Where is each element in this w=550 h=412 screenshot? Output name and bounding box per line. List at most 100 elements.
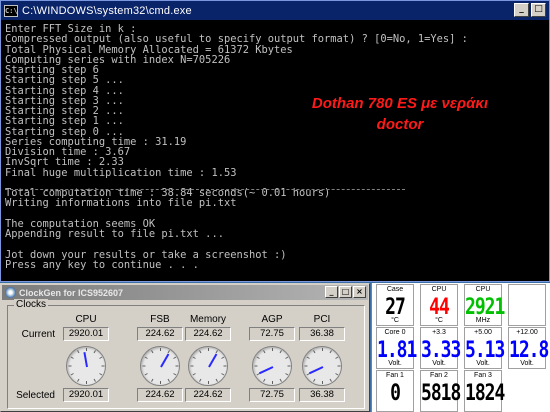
- sensor-unit: °C: [391, 317, 399, 324]
- dial-tick: [68, 365, 72, 367]
- console-output[interactable]: Enter FFT Size in k : Compressed output (…: [5, 24, 545, 280]
- sensor-panel: Case 27 °C CPU 44 °C CPU 2921 MHz Core 0 1.81 Volt.…: [371, 283, 550, 412]
- dial-tick: [279, 350, 282, 354]
- row-label-current: Current: [21, 329, 55, 340]
- clockgen-title-bar[interactable]: ClockGen for ICS952607 _ □ ×: [2, 285, 368, 300]
- cmd-window[interactable]: C:\ C:\WINDOWS\system32\cmd.exe _ □ Ente…: [0, 0, 550, 282]
- dial-tick: [173, 356, 177, 359]
- sensor-unit: MHz: [475, 317, 491, 324]
- current-pci-value[interactable]: 36.38: [299, 327, 345, 341]
- dial-tick: [263, 378, 266, 382]
- sensor-unit: Volt.: [476, 360, 490, 367]
- selected-memory-value[interactable]: 224.62: [185, 388, 231, 402]
- selected-fsb-value[interactable]: 224.62: [137, 388, 183, 402]
- console-line: Press any key to continue . . .: [5, 258, 199, 271]
- dial-tick: [221, 356, 225, 359]
- dial-tick: [313, 378, 316, 382]
- dial-tick: [272, 381, 273, 384]
- sensor-label: Case: [386, 286, 404, 293]
- dial-tick: [329, 350, 332, 354]
- agp-dial-needle: [258, 366, 274, 375]
- clockgen-close-button[interactable]: ×: [353, 286, 366, 298]
- sensor-label: CPU: [475, 286, 491, 293]
- clockgen-window[interactable]: ClockGen for ICS952607 _ □ × Clocks Curr…: [0, 283, 370, 412]
- column-header-pci: PCI: [313, 314, 331, 325]
- dial-tick: [86, 348, 87, 351]
- dial-tick: [70, 356, 74, 359]
- sensor-unit: °C: [435, 317, 443, 324]
- sensor-cell: Core 0 1.81 Volt.: [376, 327, 417, 369]
- cpu-dial[interactable]: [66, 346, 106, 386]
- current-memory-value[interactable]: 224.62: [185, 327, 231, 341]
- sensor-label: +3.3: [432, 329, 446, 336]
- dial-tick: [142, 365, 146, 367]
- dial-tick: [285, 356, 289, 359]
- dial-tick: [160, 348, 161, 351]
- fsb-dial[interactable]: [140, 346, 180, 386]
- sensor-value: 5818: [421, 380, 461, 407]
- dial-tick: [70, 373, 74, 376]
- dial-tick: [256, 356, 260, 359]
- dial-tick: [101, 365, 105, 367]
- dial-tick: [335, 356, 339, 359]
- selected-cpu-value[interactable]: 2920.01: [63, 388, 109, 402]
- clockgen-minimize-button[interactable]: _: [325, 286, 338, 298]
- sensor-label: Fan 2: [430, 372, 448, 379]
- console-line: Writing informations into file pi.txt: [5, 197, 237, 210]
- sensor-unit: Volt.: [388, 360, 402, 367]
- dial-tick: [329, 378, 332, 382]
- overlay-caption: Dothan 780 ES με νεράκι doctor: [295, 93, 505, 135]
- fsb-dial-needle: [160, 353, 170, 368]
- dial-tick: [93, 378, 96, 382]
- dial-tick: [99, 373, 103, 376]
- sensor-label: +12.00: [516, 329, 538, 336]
- dial-tick: [254, 365, 258, 367]
- sensor-unit: Volt.: [432, 360, 446, 367]
- clocks-group-label: Clocks: [14, 299, 49, 310]
- cmd-window-title: C:\WINDOWS\system32\cmd.exe: [22, 4, 192, 17]
- dial-tick: [322, 348, 323, 351]
- selected-agp-value[interactable]: 72.75: [249, 388, 295, 402]
- dial-tick: [208, 381, 209, 384]
- agp-dial[interactable]: [252, 346, 292, 386]
- memory-dial[interactable]: [188, 346, 228, 386]
- dial-tick: [144, 356, 148, 359]
- console-line: Starting step 5 ...: [5, 74, 124, 87]
- clockgen-maximize-button[interactable]: □: [339, 286, 352, 298]
- pci-dial[interactable]: [302, 346, 342, 386]
- sensor-cell: Case 27 °C: [376, 284, 414, 326]
- selected-pci-value[interactable]: 36.38: [299, 388, 345, 402]
- sensor-cell: CPU 44 °C: [420, 284, 458, 326]
- memory-dial-needle: [208, 353, 218, 368]
- sensor-value: 0: [390, 380, 401, 407]
- cmd-app-icon[interactable]: C:\: [4, 4, 18, 17]
- sensor-label: +5.00: [474, 329, 492, 336]
- current-fsb-value[interactable]: 224.62: [137, 327, 183, 341]
- clockgen-app-icon[interactable]: [5, 287, 16, 298]
- cpu-dial-needle: [83, 352, 88, 368]
- dial-tick: [192, 356, 196, 359]
- sensor-cell: +12.00 12.8 Volt.: [508, 327, 549, 369]
- sensor-cell: +5.00 5.13 Volt.: [464, 327, 505, 369]
- sensor-label: CPU: [431, 286, 447, 293]
- dial-tick: [173, 373, 177, 376]
- sensor-cell: Fan 2 5818: [420, 370, 461, 412]
- cmd-title-bar[interactable]: C:\ C:\WINDOWS\system32\cmd.exe _ □: [1, 1, 549, 20]
- current-cpu-value[interactable]: 2920.01: [63, 327, 109, 341]
- dial-tick: [272, 348, 273, 351]
- console-line: Appending result to file pi.txt ...: [5, 228, 224, 240]
- maximize-button[interactable]: □: [531, 3, 546, 17]
- dial-tick: [192, 373, 196, 376]
- sensor-label: Core 0: [384, 329, 406, 336]
- dial-tick: [77, 350, 80, 354]
- dial-tick: [285, 373, 289, 376]
- dial-tick: [151, 350, 154, 354]
- row-label-selected: Selected: [16, 390, 55, 401]
- sensor-label: Fan 3: [474, 372, 492, 379]
- current-agp-value[interactable]: 72.75: [249, 327, 295, 341]
- dial-tick: [304, 365, 308, 367]
- column-header-cpu: CPU: [75, 314, 97, 325]
- sensor-unit: Volt.: [520, 360, 534, 367]
- minimize-button[interactable]: _: [514, 3, 529, 17]
